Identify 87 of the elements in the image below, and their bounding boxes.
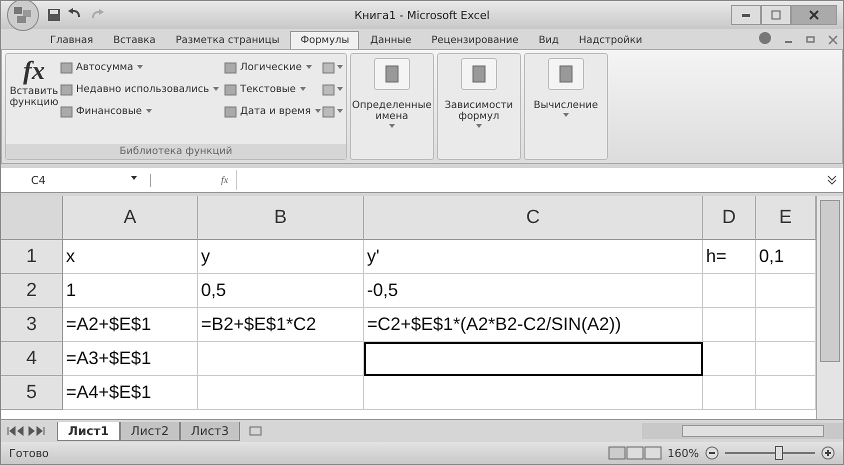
vertical-scrollbar[interactable] bbox=[816, 196, 843, 419]
document-icon bbox=[384, 64, 400, 84]
table-cell[interactable]: =C2+$E$1*(A2*B2-C2/SIN(A2)) bbox=[364, 308, 703, 342]
document-icon bbox=[558, 64, 574, 84]
caret-icon bbox=[562, 111, 570, 119]
close-icon bbox=[809, 10, 819, 20]
table-cell[interactable]: =A4+$E$1 bbox=[63, 376, 198, 410]
table-cell[interactable]: y bbox=[198, 240, 364, 274]
status-text: Готово bbox=[9, 446, 49, 460]
zoom-slider-thumb[interactable] bbox=[775, 446, 783, 460]
table-cell[interactable] bbox=[364, 342, 703, 376]
row-header[interactable]: 2 bbox=[1, 274, 63, 308]
zoom-slider[interactable] bbox=[725, 446, 815, 460]
insert-function-button[interactable]: fx Вставить функцию bbox=[8, 56, 60, 142]
ribbon-menu-button[interactable]: Текстовые bbox=[224, 78, 322, 100]
table-cell[interactable]: =A2+$E$1 bbox=[63, 308, 198, 342]
ribbon-tab[interactable]: Надстройки bbox=[570, 32, 652, 49]
view-buttons-icon[interactable] bbox=[608, 446, 662, 460]
caret-icon bbox=[336, 85, 344, 93]
close-icon[interactable] bbox=[828, 35, 838, 45]
column-header[interactable]: A bbox=[63, 196, 198, 240]
sheet-tab[interactable]: Лист3 bbox=[180, 422, 240, 440]
expand-icon[interactable] bbox=[827, 175, 837, 185]
ribbon-tab[interactable]: Главная bbox=[41, 32, 102, 49]
ribbon-menu-button[interactable]: Автосумма bbox=[60, 56, 220, 78]
restore-icon[interactable] bbox=[806, 35, 816, 45]
caret-icon bbox=[388, 122, 396, 130]
table-cell[interactable]: y' bbox=[364, 240, 703, 274]
maximize-icon bbox=[771, 10, 781, 20]
caret-icon bbox=[336, 63, 344, 71]
ribbon-menu-button[interactable]: Логические bbox=[224, 56, 322, 78]
group-label: Библиотека функций bbox=[6, 144, 346, 159]
row-header[interactable]: 1 bbox=[1, 240, 63, 274]
document-icon bbox=[470, 64, 487, 84]
caret-icon bbox=[136, 63, 144, 71]
minimize-button[interactable] bbox=[731, 5, 761, 25]
name-box[interactable]: C4 bbox=[1, 174, 151, 186]
column-header[interactable]: C bbox=[364, 196, 703, 240]
table-cell[interactable]: =B2+$E$1*C2 bbox=[198, 308, 364, 342]
row-header[interactable]: 5 bbox=[1, 376, 63, 410]
row-header[interactable]: 4 bbox=[1, 342, 63, 376]
table-cell[interactable]: 0,5 bbox=[198, 274, 364, 308]
zoom-out-icon[interactable] bbox=[705, 446, 719, 460]
sheet-tab[interactable]: Лист2 bbox=[120, 422, 180, 440]
ribbon-tab[interactable]: Формулы bbox=[290, 31, 360, 49]
table-cell[interactable]: 1 bbox=[63, 274, 198, 308]
ribbon-tab[interactable]: Вставка bbox=[104, 32, 165, 49]
select-all-corner[interactable] bbox=[1, 196, 63, 240]
large-ribbon-button[interactable]: Вычисление bbox=[524, 54, 607, 123]
table-cell[interactable]: =A3+$E$1 bbox=[63, 342, 198, 376]
caret-icon bbox=[336, 107, 344, 115]
ribbon-tab[interactable]: Разметка страницы bbox=[166, 32, 288, 49]
ribbon-menu-button[interactable]: Недавно использовались bbox=[60, 78, 220, 100]
office-button[interactable] bbox=[7, 1, 39, 31]
zoom-in-icon[interactable] bbox=[821, 446, 835, 460]
large-ribbon-button[interactable]: Зависимости формул bbox=[438, 54, 520, 134]
sheet-tab[interactable]: Лист1 bbox=[57, 422, 120, 440]
caret-icon bbox=[304, 63, 313, 71]
ribbon-tab[interactable]: Данные bbox=[361, 32, 420, 49]
row-header[interactable]: 3 bbox=[1, 308, 63, 342]
window-title: Книга1 - Microsoft Excel bbox=[354, 8, 490, 22]
close-button[interactable] bbox=[791, 5, 837, 25]
ribbon-tab[interactable]: Рецензирование bbox=[422, 32, 528, 49]
large-ribbon-button[interactable]: Определенные имена bbox=[350, 54, 433, 134]
caret-icon bbox=[474, 122, 483, 130]
table-cell[interactable]: h= bbox=[703, 240, 756, 274]
new-sheet-icon[interactable] bbox=[248, 425, 264, 437]
ribbon-tab[interactable]: Вид bbox=[530, 32, 568, 49]
office-logo bbox=[12, 5, 34, 25]
column-header[interactable]: D bbox=[703, 196, 756, 240]
horizontal-scrollbar[interactable] bbox=[642, 423, 843, 439]
caret-icon bbox=[130, 174, 138, 182]
table-cell[interactable]: -0,5 bbox=[364, 274, 703, 308]
zoom-level: 160% bbox=[668, 446, 699, 460]
column-header[interactable]: E bbox=[756, 196, 816, 240]
caret-icon bbox=[144, 107, 153, 115]
save-icon[interactable] bbox=[47, 8, 61, 22]
insert-function-icon[interactable]: fx bbox=[221, 174, 228, 186]
column-header[interactable]: B bbox=[198, 196, 364, 240]
table-cell[interactable]: x bbox=[63, 240, 198, 274]
minimize-icon bbox=[741, 14, 751, 16]
ribbon-menu-button[interactable]: Финансовые bbox=[60, 100, 220, 122]
ribbon-menu-button[interactable]: Дата и время bbox=[224, 100, 322, 122]
maximize-button[interactable] bbox=[761, 5, 791, 25]
caret-icon bbox=[314, 107, 322, 115]
caret-icon bbox=[298, 85, 307, 93]
caret-icon bbox=[212, 85, 220, 93]
